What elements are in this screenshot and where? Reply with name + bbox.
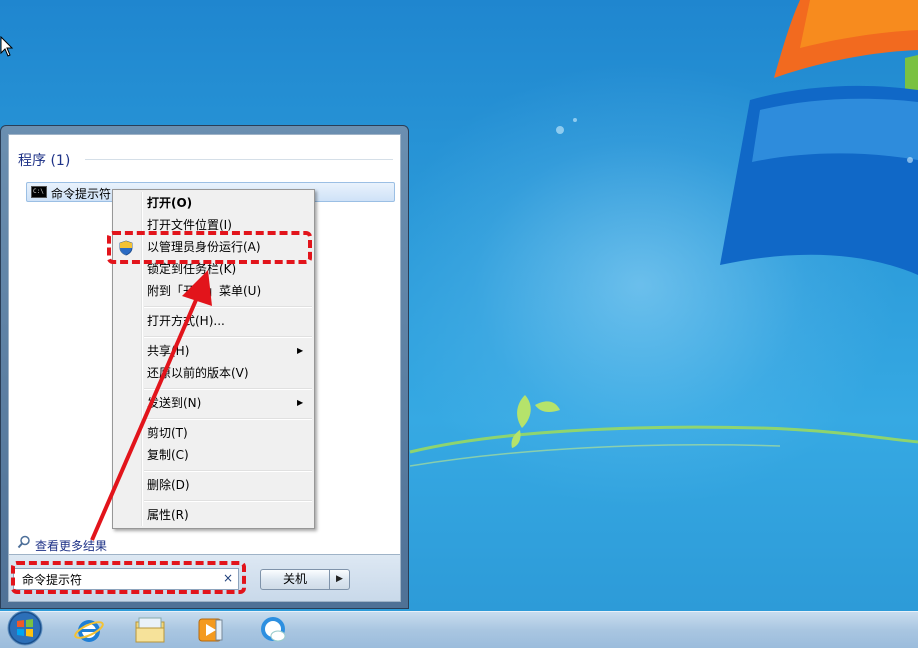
shutdown-options-button[interactable]: ▶	[330, 569, 350, 590]
menu-separator	[144, 418, 312, 420]
taskbar	[0, 610, 918, 648]
internet-explorer-icon[interactable]	[72, 614, 106, 646]
annotation-highlight-search-box	[11, 561, 246, 594]
see-more-results-link[interactable]: 查看更多结果	[35, 537, 107, 554]
menu-item-open[interactable]: 打开(O)	[147, 194, 192, 212]
results-group-header: 程序 (1)	[18, 153, 71, 169]
menu-item-share[interactable]: 共享(H)	[147, 342, 189, 360]
submenu-arrow-icon: ▶	[297, 398, 304, 407]
menu-separator	[144, 470, 312, 472]
menu-item-restore-previous-versions[interactable]: 还原以前的版本(V)	[147, 364, 249, 382]
search-magnifier-icon	[17, 535, 30, 549]
submenu-arrow-icon: ▶	[297, 346, 304, 355]
weather-browser-icon[interactable]	[256, 614, 290, 646]
group-header-divider	[85, 159, 393, 160]
triangle-right-icon: ▶	[336, 574, 343, 584]
media-player-icon[interactable]	[194, 614, 228, 646]
windows-orb-icon[interactable]	[7, 610, 43, 646]
menu-item-delete[interactable]: 删除(D)	[147, 476, 190, 494]
annotation-highlight-run-as-admin	[107, 231, 312, 264]
menu-item-open-with[interactable]: 打开方式(H)...	[147, 312, 225, 330]
windows-explorer-icon[interactable]	[133, 614, 167, 646]
menu-item-send-to[interactable]: 发送到(N)	[147, 394, 201, 412]
menu-separator	[144, 336, 312, 338]
program-item-label: 命令提示符	[51, 187, 112, 201]
menu-separator	[144, 306, 312, 308]
menu-separator	[144, 388, 312, 390]
menu-item-copy[interactable]: 复制(C)	[147, 446, 189, 464]
menu-separator	[144, 500, 312, 502]
menu-item-pin-to-start-menu[interactable]: 附到「开始」菜单(U)	[147, 282, 261, 300]
command-prompt-icon: C:\	[31, 186, 47, 198]
menu-item-properties[interactable]: 属性(R)	[147, 506, 189, 524]
shutdown-button[interactable]: 关机	[260, 569, 330, 590]
mouse-pointer-icon	[0, 36, 14, 57]
menu-item-cut[interactable]: 剪切(T)	[147, 424, 188, 442]
